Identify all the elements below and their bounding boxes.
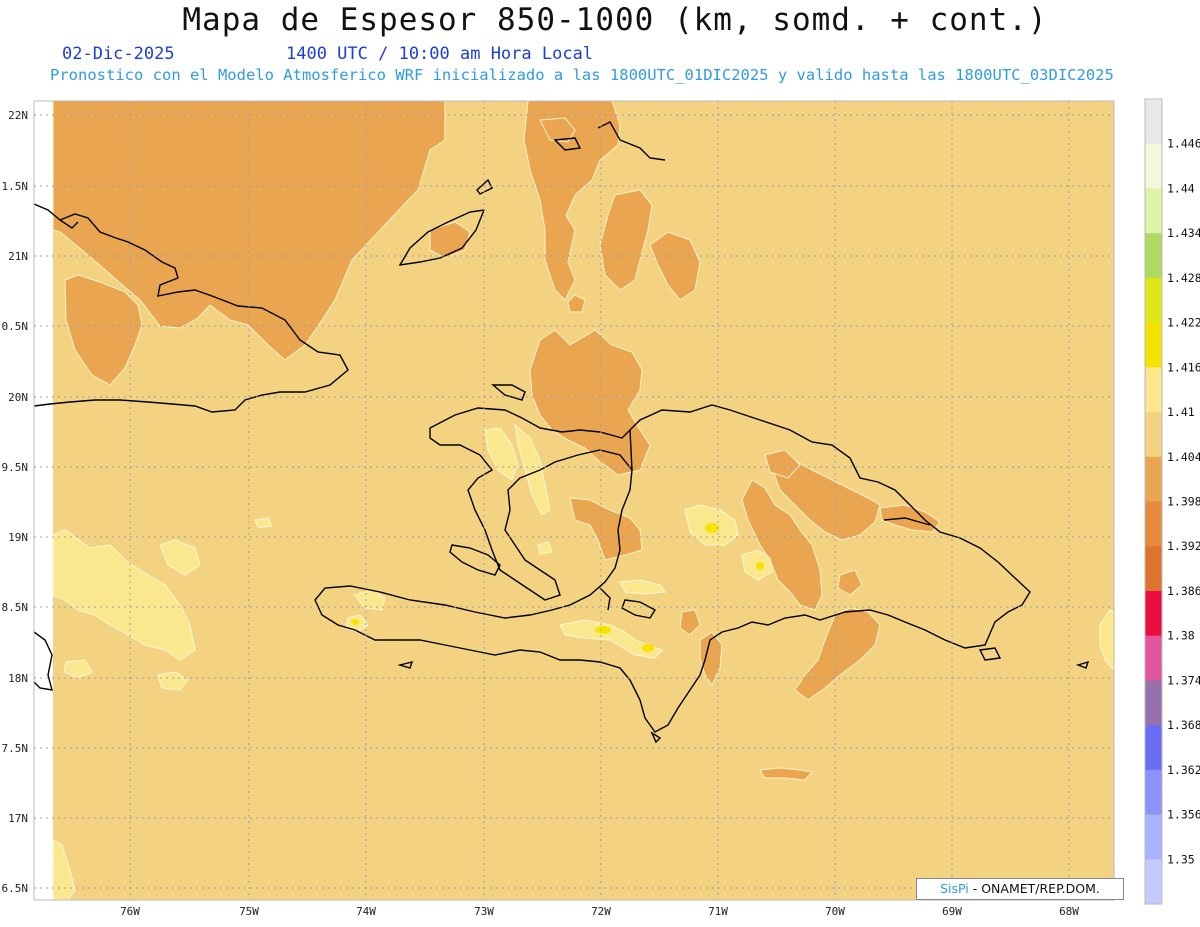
credit-box: SisPi - ONAMET/REP.DOM. [916, 878, 1124, 900]
legend-swatch [1145, 412, 1162, 458]
credit-org: - ONAMET/REP.DOM. [968, 881, 1100, 896]
legend-swatch [1145, 590, 1162, 637]
legend-swatch [1145, 769, 1162, 816]
thickness-map: 22N 1.5N 21N 0.5N 20N 9.5N 19N 8.5N 18N … [2, 98, 1200, 918]
legend-swatch [1145, 859, 1162, 905]
legend-level-label: 1.362 [1167, 763, 1200, 777]
sispi-brand: SisPi [940, 881, 969, 896]
legend-level-label: 1.374 [1167, 673, 1200, 687]
legend-level-label: 1.41 [1167, 405, 1195, 419]
lat-label: 1.5N [2, 180, 29, 193]
legend-level-label: 1.446 [1167, 137, 1200, 151]
lon-label: 68W [1059, 905, 1079, 918]
legend-level-label: 1.416 [1167, 360, 1200, 374]
legend-level-label: 1.38 [1167, 629, 1195, 643]
legend-level-label: 1.422 [1167, 316, 1200, 330]
legend-level-label: 1.434 [1167, 226, 1200, 240]
lon-label: 72W [591, 905, 611, 918]
lat-label: 19N [8, 531, 28, 544]
lon-label: 75W [239, 905, 259, 918]
legend-swatch [1145, 456, 1162, 503]
legend-swatch [1145, 188, 1162, 234]
legend-swatch [1145, 99, 1162, 145]
lat-label: 6.5N [2, 882, 29, 895]
lat-label: 9.5N [2, 461, 29, 474]
legend-swatch [1145, 725, 1162, 771]
legend-swatch [1145, 546, 1162, 592]
lat-label: 8.5N [2, 601, 29, 614]
legend-swatch [1145, 501, 1162, 547]
lon-label: 71W [708, 905, 728, 918]
color-legend: 1.446 1.44 1.434 1.428 1.422 1.416 1.41 1.404 1.… [1144, 98, 1200, 905]
lat-label: 22N [8, 109, 28, 122]
legend-level-label: 1.386 [1167, 584, 1200, 598]
legend-swatch [1145, 814, 1162, 860]
legend-level-label: 1.398 [1167, 495, 1200, 509]
legend-swatch [1145, 233, 1162, 279]
legend-level-label: 1.44 [1167, 181, 1195, 195]
legend-swatch [1145, 277, 1162, 324]
legend-swatch [1145, 367, 1162, 413]
longitude-labels: 76W 75W 74W 73W 72W 71W 70W 69W 68W [120, 905, 1079, 918]
legend-level-label: 1.356 [1167, 808, 1200, 822]
legend-swatch [1145, 143, 1162, 190]
legend-swatch [1145, 680, 1162, 726]
legend-level-label: 1.428 [1167, 271, 1200, 285]
lon-label: 74W [356, 905, 376, 918]
latitude-labels: 22N 1.5N 21N 0.5N 20N 9.5N 19N 8.5N 18N … [2, 109, 29, 895]
lat-label: 18N [8, 672, 28, 685]
lon-label: 76W [120, 905, 140, 918]
legend-level-label: 1.392 [1167, 539, 1200, 553]
lon-label: 73W [474, 905, 494, 918]
legend-level-label: 1.35 [1167, 852, 1195, 866]
lat-label: 0.5N [2, 320, 29, 333]
lon-label: 70W [825, 905, 845, 918]
lat-label: 7.5N [2, 742, 29, 755]
legend-level-label: 1.404 [1167, 450, 1200, 464]
lat-label: 21N [8, 250, 28, 263]
lon-label: 69W [942, 905, 962, 918]
lat-label: 17N [8, 812, 28, 825]
lat-label: 20N [8, 391, 28, 404]
legend-swatch [1145, 322, 1162, 368]
legend-swatch [1145, 635, 1162, 681]
legend-level-label: 1.368 [1167, 718, 1200, 732]
